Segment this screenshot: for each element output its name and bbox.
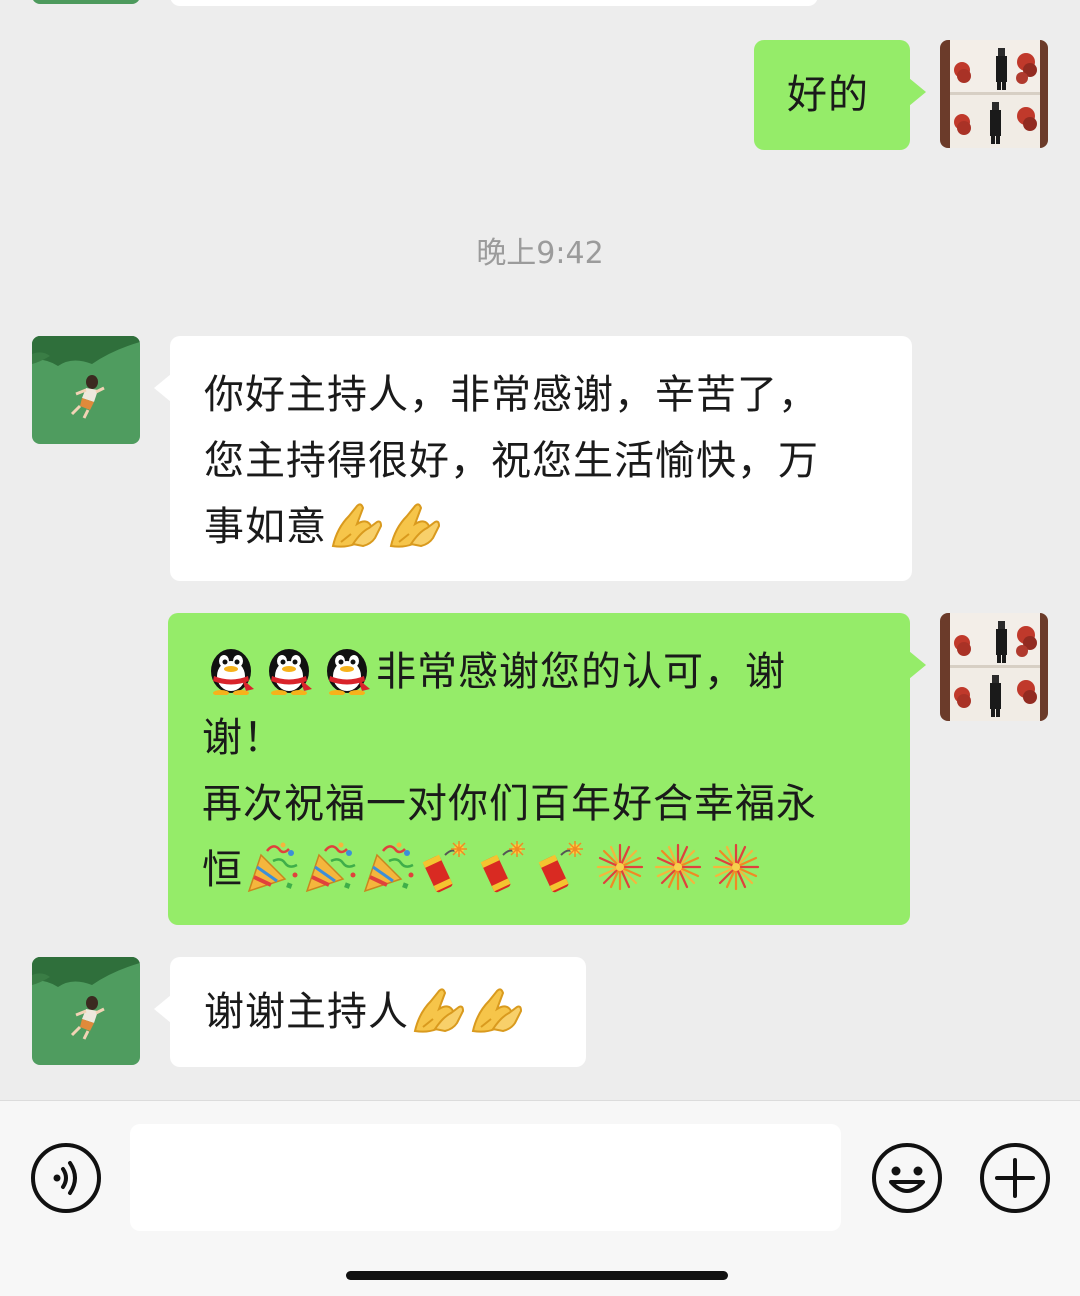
pray-icon: [327, 498, 385, 550]
fireworks-icon: [707, 841, 765, 893]
message-bubble-partial[interactable]: [170, 0, 818, 6]
pray-icon: [467, 983, 525, 1035]
timestamp-label: 晚上9:42: [476, 236, 604, 271]
penguin-icon: [260, 643, 318, 695]
chat-area: 好的 晚上9:42 你好主持人，非常感谢，辛苦了， 您主持得很好，祝您生活愉快，…: [0, 0, 1080, 1100]
home-indicator[interactable]: [346, 1271, 728, 1280]
message-text-line: 非常感谢您的认可，谢: [202, 639, 910, 705]
message-input[interactable]: [130, 1124, 841, 1231]
party-popper-icon: [301, 841, 359, 893]
penguin-icon: [202, 643, 260, 695]
contact-avatar-partial[interactable]: [32, 0, 140, 4]
message-bubble-received[interactable]: 你好主持人，非常感谢，辛苦了， 您主持得很好，祝您生活愉快，万 事如意: [154, 336, 912, 581]
message-bubble-sent[interactable]: 好的: [754, 40, 926, 150]
voice-input-icon[interactable]: [30, 1142, 102, 1214]
firecracker-icon: [533, 841, 591, 893]
message-text-line: 事如意: [204, 494, 912, 560]
message-text-line: 恒: [202, 837, 910, 903]
message-text-line: 谢谢主持人: [204, 979, 586, 1045]
contact-avatar[interactable]: [32, 957, 140, 1065]
emoji-icon[interactable]: [871, 1142, 943, 1214]
pray-icon: [385, 498, 443, 550]
party-popper-icon: [243, 841, 301, 893]
penguin-icon: [318, 643, 376, 695]
contact-avatar[interactable]: [32, 336, 140, 444]
message-text-line: 你好主持人，非常感谢，辛苦了，: [204, 372, 819, 418]
firecracker-icon: [475, 841, 533, 893]
self-avatar[interactable]: [940, 40, 1048, 148]
fireworks-icon: [591, 841, 649, 893]
firecracker-icon: [417, 841, 475, 893]
message-bubble-sent[interactable]: 非常感谢您的认可，谢 谢！ 再次祝福一对你们百年好合幸福永 恒: [168, 613, 926, 925]
message-text-line: 谢！: [202, 715, 284, 761]
party-popper-icon: [359, 841, 417, 893]
message-text-line: 再次祝福一对你们百年好合幸福永: [202, 781, 817, 827]
message-text-line: 您主持得很好，祝您生活愉快，万: [204, 438, 819, 484]
add-icon[interactable]: [979, 1142, 1051, 1214]
message-bubble-received[interactable]: 谢谢主持人: [154, 957, 586, 1067]
fireworks-icon: [649, 841, 707, 893]
pray-icon: [409, 983, 467, 1035]
self-avatar[interactable]: [940, 613, 1048, 721]
message-text: 好的: [787, 72, 869, 118]
input-bar: [0, 1100, 1080, 1296]
